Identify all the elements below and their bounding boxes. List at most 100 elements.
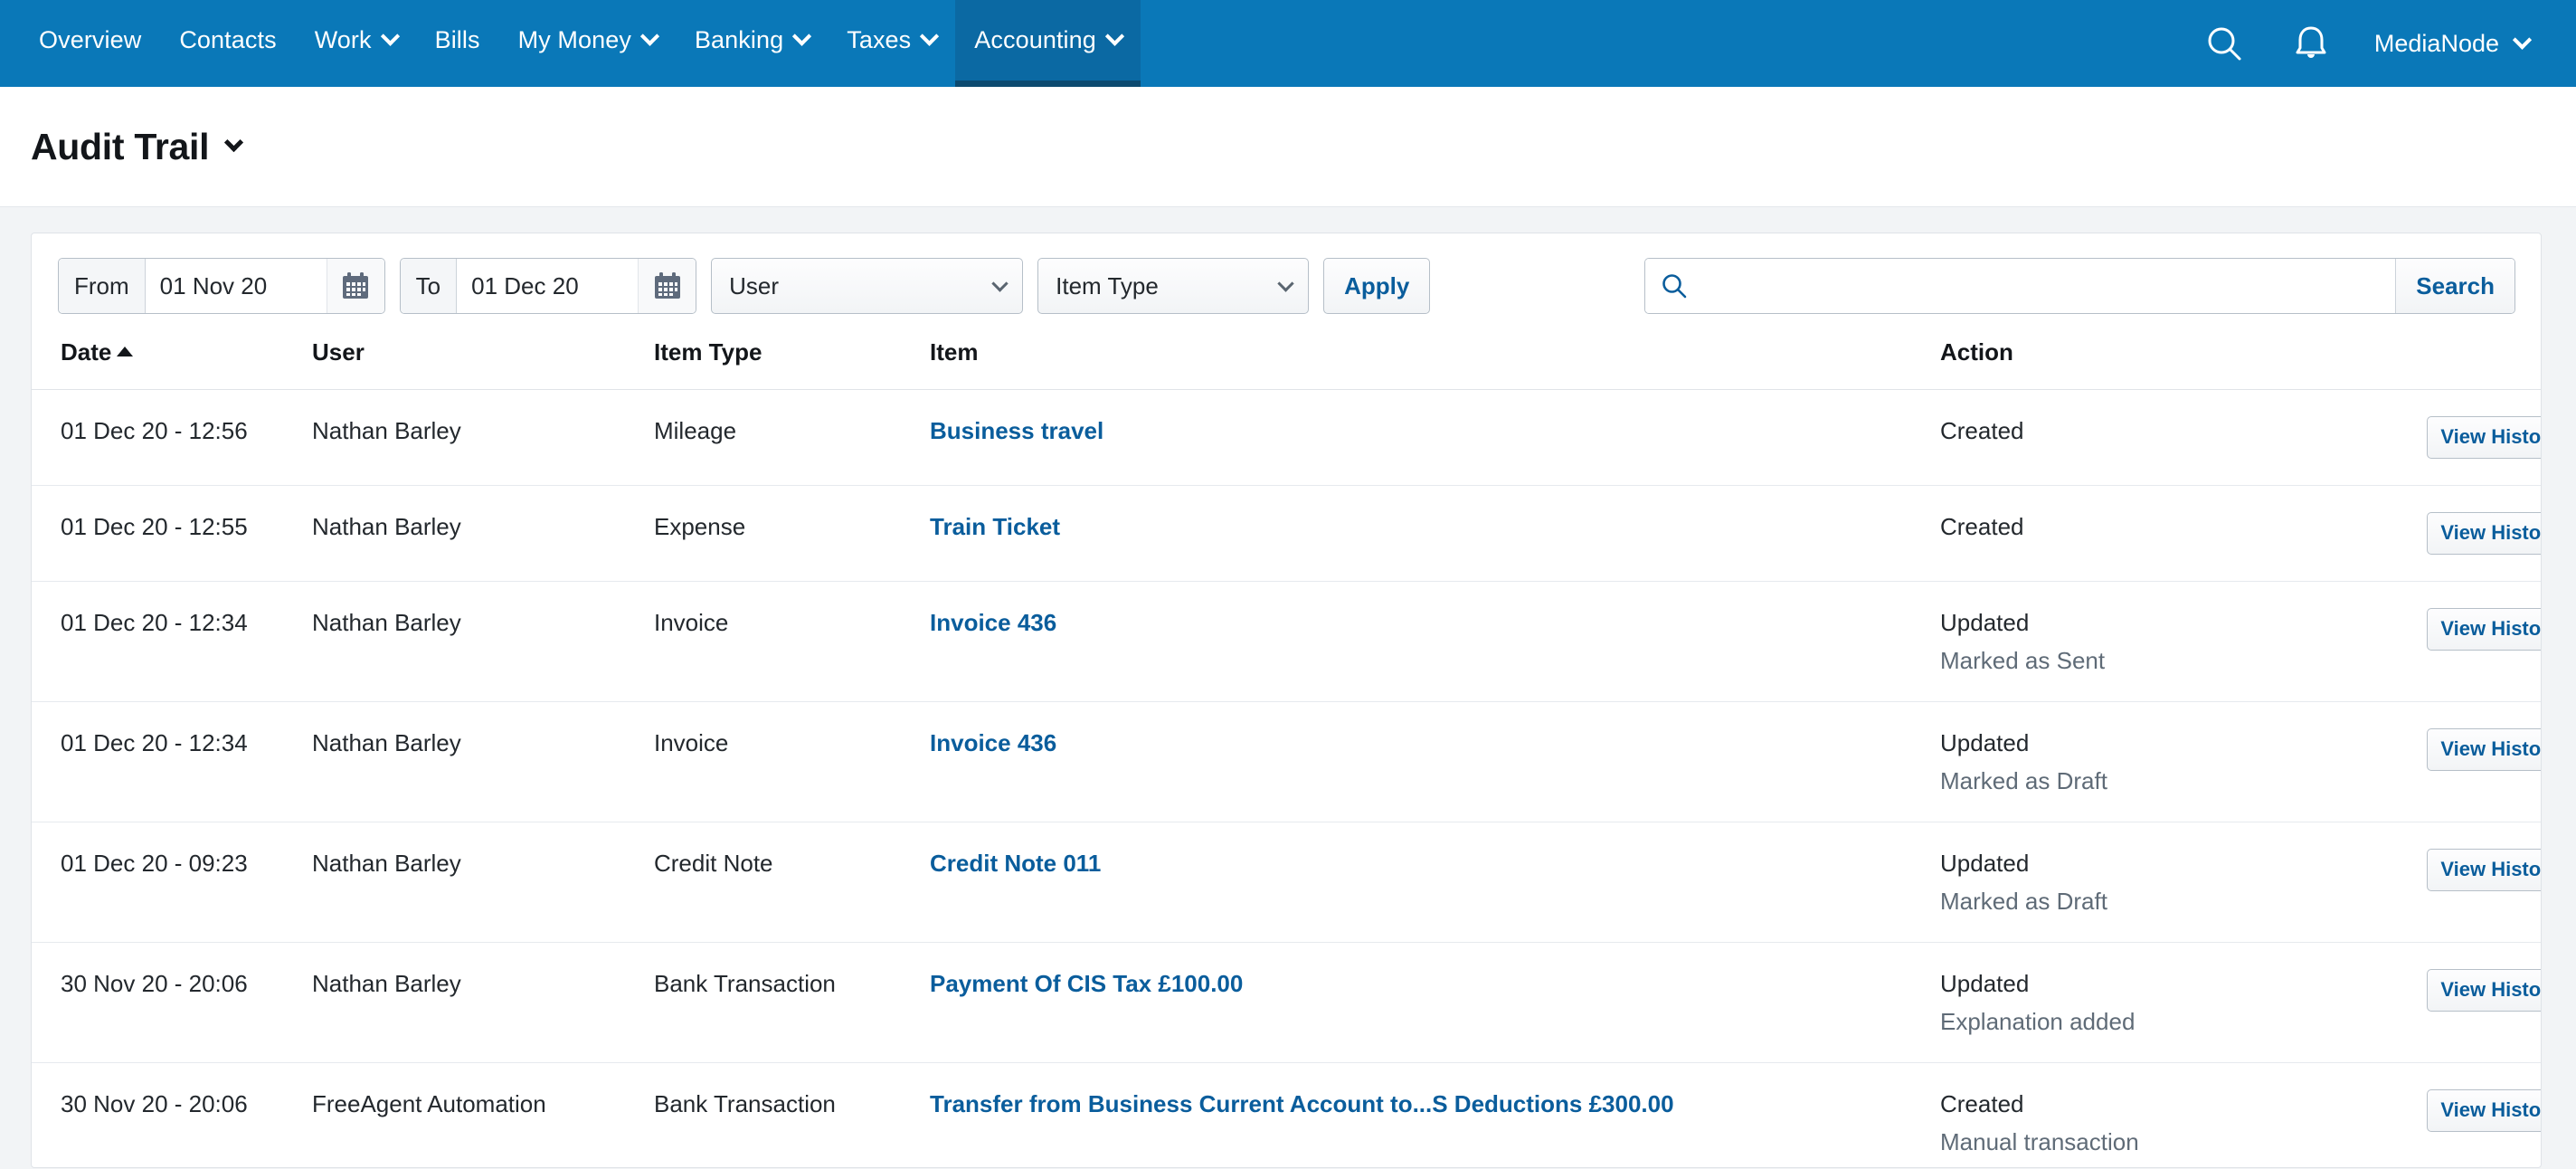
item-link[interactable]: Payment Of CIS Tax £100.00 <box>930 970 1243 997</box>
action-label: Created <box>1940 1090 2024 1117</box>
table-row: 01 Dec 20 - 12:56 Nathan Barley Mileage Bus… <box>32 389 2541 486</box>
nav-item-label: My Money <box>517 26 631 53</box>
from-date-input[interactable] <box>145 259 327 313</box>
nav-item-banking[interactable]: Banking <box>676 0 828 87</box>
cell-date: 01 Dec 20 - 12:55 <box>32 485 312 582</box>
cell-item: Payment Of CIS Tax £100.00 <box>930 942 1940 1063</box>
cell-user: Nathan Barley <box>312 581 654 702</box>
cell-user: Nathan Barley <box>312 485 654 582</box>
view-history-button[interactable]: View History <box>2427 416 2541 459</box>
cell-item: Invoice 436 <box>930 581 1940 702</box>
search-icon[interactable] <box>2181 0 2268 87</box>
search-input[interactable] <box>1703 259 2396 313</box>
nav-item-label: Work <box>314 26 372 53</box>
table-row: 01 Dec 20 - 09:23 Nathan Barley Credit Not… <box>32 822 2541 943</box>
chevron-down-icon <box>2512 30 2533 50</box>
cell-item-type: Credit Note <box>654 822 930 943</box>
page-title-chevron-down-icon[interactable] <box>224 132 244 153</box>
column-header-item-type[interactable]: Item Type <box>654 338 930 390</box>
column-header-action[interactable]: Action <box>1940 338 2383 390</box>
table-header-row: Date User Item Type Item Action <box>32 338 2541 390</box>
cell-actions: View History <box>2383 1062 2541 1167</box>
column-header-item[interactable]: Item <box>930 338 1940 390</box>
cell-item: Train Ticket <box>930 485 1940 582</box>
cell-actions: View History <box>2383 581 2541 702</box>
cell-date: 30 Nov 20 - 20:06 <box>32 942 312 1063</box>
item-link[interactable]: Credit Note 011 <box>930 850 1101 877</box>
item-link[interactable]: Train Ticket <box>930 513 1060 540</box>
view-history-button[interactable]: View History <box>2427 969 2541 1012</box>
cell-item-type: Bank Transaction <box>654 1062 930 1167</box>
chevron-down-icon <box>380 26 400 46</box>
table-row: 01 Dec 20 - 12:34 Nathan Barley Invoice Inv… <box>32 581 2541 702</box>
bell-icon[interactable] <box>2268 0 2354 87</box>
item-link[interactable]: Business travel <box>930 417 1103 444</box>
cell-item-type: Invoice <box>654 581 930 702</box>
audit-trail-table: Date User Item Type Item Action 01 Dec 2… <box>32 338 2541 1167</box>
primary-nav: Overview Contacts Work Bills My Money Banking… <box>0 0 1141 87</box>
cell-action: Created <box>1940 485 2383 582</box>
nav-item-bills[interactable]: Bills <box>416 0 499 87</box>
from-calendar-icon[interactable] <box>326 259 384 313</box>
table-row: 30 Nov 20 - 20:06 FreeAgent Automation Ban… <box>32 1062 2541 1167</box>
cell-actions: View History <box>2383 942 2541 1063</box>
cell-item-type: Mileage <box>654 389 930 486</box>
action-detail: Marked as Sent <box>1940 646 2106 674</box>
top-navigation-bar: Overview Contacts Work Bills My Money Banking… <box>0 0 2576 87</box>
chevron-down-icon <box>639 26 660 46</box>
sort-ascending-icon <box>117 347 134 356</box>
chevron-down-icon <box>792 26 812 46</box>
search-button[interactable]: Search <box>2395 259 2514 313</box>
to-date-group: To <box>399 258 697 314</box>
action-label: Updated <box>1940 729 2030 756</box>
nav-item-taxes[interactable]: Taxes <box>828 0 955 87</box>
nav-item-label: Taxes <box>847 26 912 53</box>
item-link[interactable]: Invoice 436 <box>930 609 1056 636</box>
cell-actions: View History <box>2383 389 2541 486</box>
nav-item-label: Accounting <box>974 26 1096 53</box>
cell-date: 01 Dec 20 - 12:34 <box>32 701 312 822</box>
view-history-button[interactable]: View History <box>2427 728 2541 771</box>
item-link[interactable]: Invoice 436 <box>930 729 1056 756</box>
view-history-button[interactable]: View History <box>2427 512 2541 555</box>
column-header-user[interactable]: User <box>312 338 654 390</box>
nav-item-overview[interactable]: Overview <box>20 0 160 87</box>
cell-item: Transfer from Business Current Account t… <box>930 1062 1940 1167</box>
to-calendar-icon[interactable] <box>638 259 696 313</box>
cell-user: Nathan Barley <box>312 701 654 822</box>
page-title-bar: Audit Trail <box>0 87 2576 207</box>
column-header-date[interactable]: Date <box>32 338 312 390</box>
nav-item-contacts[interactable]: Contacts <box>160 0 295 87</box>
nav-item-accounting[interactable]: Accounting <box>955 0 1141 87</box>
nav-item-my-money[interactable]: My Money <box>499 0 676 87</box>
user-filter-select[interactable]: User <box>711 258 1024 314</box>
page-body: From 01 Nov 20 To 01 Dec 20 User Item Ty… <box>0 207 2576 1168</box>
action-detail: Marked as Draft <box>1940 887 2107 915</box>
view-history-button[interactable]: View History <box>2427 608 2541 651</box>
view-history-button[interactable]: View History <box>2427 1089 2541 1132</box>
table-row: 01 Dec 20 - 12:55 Nathan Barley Expense Tra… <box>32 485 2541 582</box>
audit-trail-card: From 01 Nov 20 To 01 Dec 20 User Item Ty… <box>31 233 2542 1168</box>
nav-item-label: Bills <box>434 26 480 53</box>
item-link[interactable]: Transfer from Business Current Account t… <box>930 1090 1674 1117</box>
cell-action: Created <box>1940 389 2383 486</box>
apply-button[interactable]: Apply <box>1323 258 1431 314</box>
action-label: Updated <box>1940 850 2030 877</box>
nav-item-label: Contacts <box>179 26 277 53</box>
account-menu[interactable]: MediaNode <box>2354 30 2542 58</box>
table-row: 30 Nov 20 - 20:06 Nathan Barley Bank Trans… <box>32 942 2541 1063</box>
view-history-button[interactable]: View History <box>2427 849 2541 891</box>
cell-user: FreeAgent Automation <box>312 1062 654 1167</box>
cell-date: 01 Dec 20 - 12:56 <box>32 389 312 486</box>
account-name: MediaNode <box>2373 29 2499 57</box>
nav-item-work[interactable]: Work <box>296 0 416 87</box>
cell-action: Updated Marked as Draft <box>1940 701 2383 822</box>
chevron-down-icon <box>991 274 1009 292</box>
cell-item-type: Expense <box>654 485 930 582</box>
item-type-filter-select[interactable]: Item Type <box>1037 258 1310 314</box>
to-date-input[interactable] <box>457 259 639 313</box>
cell-date: 30 Nov 20 - 20:06 <box>32 1062 312 1167</box>
from-label: From <box>59 259 146 313</box>
to-label: To <box>400 259 458 313</box>
user-filter-value: User <box>729 271 780 299</box>
